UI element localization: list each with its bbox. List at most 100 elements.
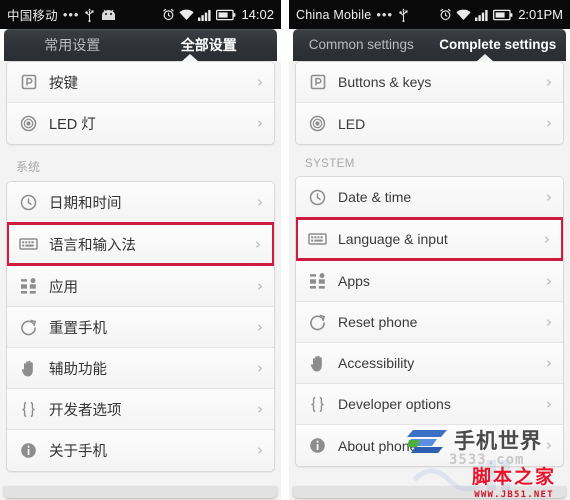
settings-group-top: Buttons & keys › LED › (295, 61, 564, 145)
dual-screenshot-comparison: 中国移动 ••• 14:02 常用设置 全部设置 按键 › LED 灯 › 系统… (0, 0, 570, 500)
signal-bars-icon (475, 9, 489, 21)
tab-bar: Common settings Complete settings (293, 29, 567, 62)
carrier-label: 中国移动 (7, 9, 58, 23)
row-label: Buttons & keys (338, 74, 432, 90)
row-label: 语言和输入法 (49, 237, 136, 254)
status-time: 14:02 (241, 7, 274, 22)
row-label: 重置手机 (49, 320, 107, 337)
settings-list[interactable]: Buttons & keys › LED › SYSTEM Date & tim… (289, 61, 570, 500)
row-label: Developer options (338, 396, 451, 412)
android-face-icon (100, 9, 117, 21)
wifi-icon (456, 9, 471, 21)
braces-icon (307, 394, 328, 415)
settings-row-about-phone[interactable]: About phone › (296, 425, 563, 466)
alarm-icon (162, 8, 175, 21)
tab-complete-settings[interactable]: 全部设置 (141, 29, 278, 61)
battery-icon (493, 9, 513, 21)
apps-grid-icon (307, 271, 328, 292)
keyboard-icon (18, 234, 39, 255)
chevron-right-icon: › (255, 234, 261, 253)
settings-row-accessibility[interactable]: Accessibility › (296, 343, 563, 384)
row-label: 辅助功能 (49, 361, 107, 378)
wifi-icon (179, 9, 195, 21)
settings-row-developer-options[interactable]: Developer options › (296, 384, 563, 425)
settings-row-led[interactable]: LED › (296, 103, 563, 144)
settings-row-language-input[interactable]: Language & input › (296, 217, 563, 261)
settings-row-apps[interactable]: 应用 › (7, 266, 274, 307)
usb-icon (84, 7, 95, 22)
settings-row-reset-phone[interactable]: 重置手机 › (7, 307, 274, 348)
settings-row-date-time[interactable]: 日期和时间 › (7, 182, 274, 223)
chevron-right-icon: › (546, 394, 552, 413)
info-icon (18, 440, 39, 461)
active-tab-pointer (475, 54, 494, 62)
tab-common-settings[interactable]: 常用设置 (4, 29, 141, 61)
chevron-right-icon: › (257, 399, 263, 418)
battery-icon (216, 9, 236, 21)
tab-bar: 常用设置 全部设置 (4, 29, 278, 62)
row-label: 开发者选项 (49, 402, 122, 419)
row-label: 应用 (49, 279, 78, 296)
settings-row-developer-options[interactable]: 开发者选项 › (7, 389, 274, 430)
settings-row-reset-phone[interactable]: Reset phone › (296, 302, 563, 343)
settings-row-language-input[interactable]: 语言和输入法 › (7, 222, 274, 266)
hand-icon (307, 353, 328, 374)
settings-group-system: 日期和时间 › 语言和输入法 › 应用 › 重置手机 › 辅助功能 › 开发者选… (6, 181, 275, 472)
row-label: 日期和时间 (49, 195, 122, 212)
status-bar: 中国移动 ••• 14:02 (0, 0, 281, 29)
chevron-right-icon: › (544, 229, 550, 248)
tab-complete-settings[interactable]: Complete settings (430, 29, 567, 61)
reset-icon (307, 312, 328, 333)
settings-row-apps[interactable]: Apps › (296, 261, 563, 302)
keyboard-icon (307, 229, 328, 250)
row-label: 关于手机 (49, 444, 107, 460)
phone-screen-chinese: 中国移动 ••• 14:02 常用设置 全部设置 按键 › LED 灯 › 系统… (0, 0, 281, 500)
settings-group-system: Date & time › Language & input › Apps › (295, 176, 564, 467)
chevron-right-icon: › (257, 358, 263, 377)
active-tab-pointer (181, 54, 200, 62)
section-header-system: SYSTEM (305, 158, 355, 170)
page-bottom-shadow (4, 486, 277, 498)
status-bar: China Mobile ••• 2:01PM (289, 0, 570, 29)
clock-icon (307, 187, 328, 208)
led-icon (307, 113, 328, 134)
carrier-label: China Mobile (296, 7, 372, 22)
info-icon (307, 435, 328, 456)
alarm-icon (439, 8, 452, 21)
settings-row-about-phone[interactable]: 关于手机 › (7, 430, 274, 471)
chevron-right-icon: › (546, 114, 552, 132)
hand-icon (18, 358, 39, 379)
settings-row-buttons-keys[interactable]: 按键 › (7, 62, 274, 103)
row-label: About phone (338, 437, 418, 454)
chevron-right-icon: › (546, 72, 552, 91)
chevron-right-icon: › (546, 353, 552, 372)
settings-list[interactable]: 按键 › LED 灯 › 系统 日期和时间 › 语言和输入法 › 应用 › 重置… (0, 61, 281, 500)
chevron-right-icon: › (257, 72, 263, 91)
section-header-system: 系统 (16, 160, 41, 174)
settings-row-date-time[interactable]: Date & time › (296, 177, 563, 218)
reset-icon (18, 317, 39, 338)
clock-icon (18, 192, 39, 213)
status-time: 2:01PM (518, 7, 563, 22)
chevron-right-icon: › (257, 114, 263, 132)
chevron-right-icon: › (257, 317, 263, 336)
usb-icon (398, 7, 409, 22)
chevron-right-icon: › (546, 187, 552, 206)
chevron-right-icon: › (257, 192, 263, 211)
settings-row-buttons-keys[interactable]: Buttons & keys › (296, 62, 563, 103)
settings-group-top: 按键 › LED 灯 › (6, 61, 275, 145)
braces-icon (18, 399, 39, 420)
signal-bars-icon (198, 9, 212, 21)
signal-dots-icon: ••• (376, 7, 394, 22)
buttons-keys-icon (307, 72, 328, 93)
tab-common-settings[interactable]: Common settings (293, 29, 430, 61)
page-bottom-shadow (293, 486, 566, 498)
chevron-right-icon: › (546, 436, 552, 454)
chevron-right-icon: › (257, 441, 263, 459)
settings-row-led[interactable]: LED 灯 › (7, 103, 274, 144)
settings-row-accessibility[interactable]: 辅助功能 › (7, 348, 274, 389)
phone-screen-english: China Mobile ••• 2:01PM Common settings … (289, 0, 570, 500)
buttons-keys-icon (18, 72, 39, 93)
signal-dots-icon: ••• (62, 7, 80, 22)
chevron-right-icon: › (546, 312, 552, 331)
